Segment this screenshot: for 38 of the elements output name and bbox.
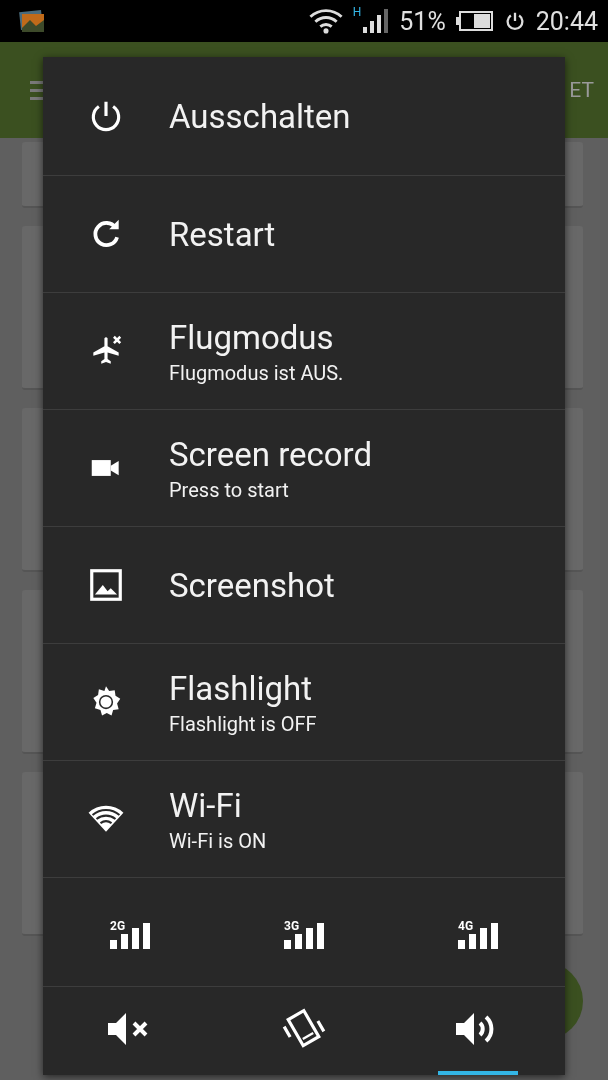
image-icon [87,566,125,604]
menu-item[interactable]: Flugmodus Flugmodus ist AUS. [43,293,565,410]
network-mode-label: 3G [284,920,300,933]
network-mode-button[interactable]: 2G [110,915,150,949]
signal-bars-icon [458,934,476,949]
menu-item[interactable]: Wi-Fi Wi-Fi is ON [43,761,565,878]
menu-item-title: Flashlight [169,668,313,708]
battery-icon [455,10,494,32]
menu-item[interactable]: Restart [43,176,565,293]
network-mode-button[interactable]: 3G [284,915,324,949]
menu-item-title: Ausschalten [169,96,351,136]
menu-item-status: Press to start [169,477,290,502]
network-mode-label: 2G [110,920,126,933]
menu-item-title: Wi-Fi [169,785,243,825]
menu-item-status: Wi-Fi is ON [169,828,267,853]
signal-bars-icon [132,923,150,949]
menu-item-title: Screenshot [169,565,335,605]
menu-item[interactable]: Screen record Press to start [43,410,565,527]
signal-bars-icon [306,923,324,949]
menu-item[interactable]: Ausschalten [43,57,565,176]
signal-bars-icon [110,934,128,949]
battery-percent: 51% [399,6,446,36]
network-type: H [352,5,362,19]
clock: 20:44 [535,6,598,36]
signal-bars-icon [284,934,302,949]
menu-item[interactable]: Flashlight Flashlight is OFF [43,644,565,761]
wifi-icon [308,8,343,34]
gallery-app-icon [18,8,46,34]
network-mode-label: 4G [458,920,474,933]
menu-item-title: Flugmodus [169,317,335,357]
menu-item[interactable]: Screenshot [43,527,565,644]
signal-icon [361,8,390,34]
menu-item-status: Flugmodus ist AUS. [169,360,344,385]
network-mode-button[interactable]: 4G [458,915,498,949]
menu-item-title: Restart [169,214,276,254]
menu-item-title: Screen record [169,434,373,474]
signal-bars-icon [480,923,498,949]
menu-item-status: Flashlight is OFF [169,711,317,736]
